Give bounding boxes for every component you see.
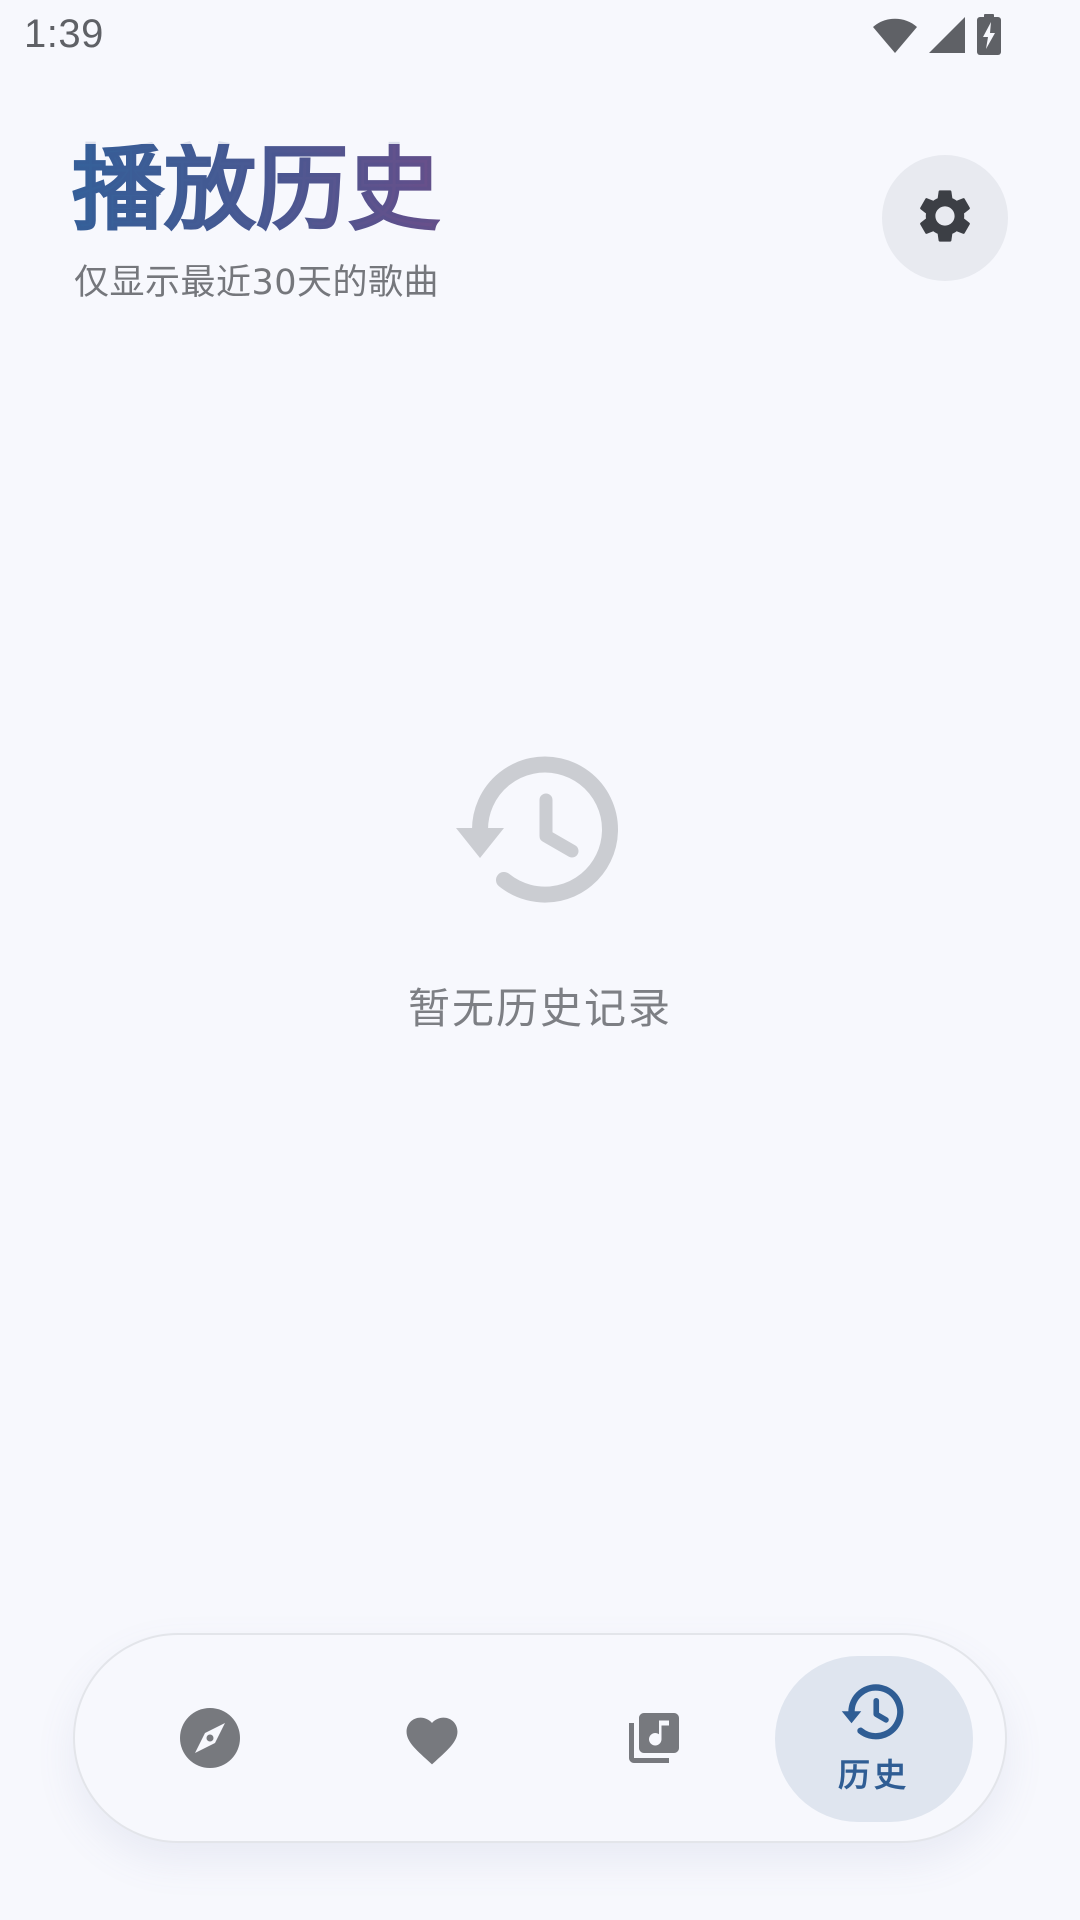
status-icons <box>872 14 1002 56</box>
status-bar: 1:39 <box>0 0 1080 72</box>
page-title: 播放历史 <box>71 136 441 243</box>
history-icon <box>450 750 630 910</box>
page-subtitle: 仅显示最近30天的歌曲 <box>74 263 440 303</box>
history-icon <box>840 1682 908 1742</box>
compass-icon <box>179 1707 241 1769</box>
nav-item-history-label: 历史 <box>837 1756 910 1794</box>
nav-item-library[interactable] <box>594 1635 714 1841</box>
music-library-icon <box>624 1708 684 1768</box>
heart-icon <box>401 1710 463 1766</box>
status-time: 1:39 <box>24 12 104 56</box>
signal-icon <box>928 16 966 54</box>
battery-charging-icon <box>976 14 1002 56</box>
gear-icon <box>913 184 977 252</box>
nav-item-history[interactable]: 历史 <box>775 1656 973 1822</box>
wifi-icon <box>872 16 918 54</box>
bottom-navigation: 历史 <box>73 1633 1007 1843</box>
nav-item-favorites[interactable] <box>372 1635 492 1841</box>
history-screen: 1:39 播放历史 仅显示最近30天的歌曲 暂无历史记录 历史 <box>0 0 1080 1920</box>
nav-item-discover[interactable] <box>150 1635 270 1841</box>
settings-button[interactable] <box>882 155 1008 281</box>
empty-state-message: 暂无历史记录 <box>407 984 672 1033</box>
